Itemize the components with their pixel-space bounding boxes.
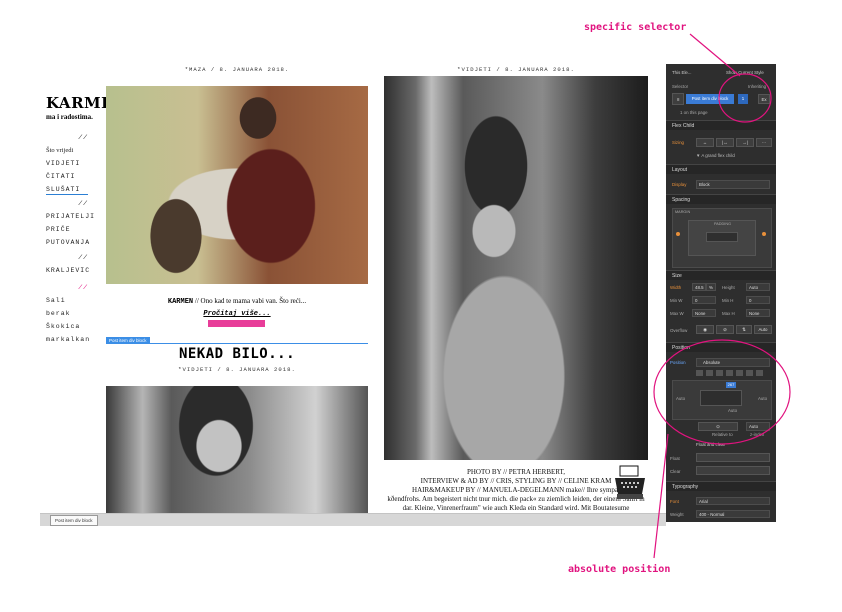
selector-highlight-circle	[718, 73, 772, 123]
annotation-overlay	[653, 33, 791, 559]
position-pointer-line	[653, 433, 669, 559]
position-highlight-circle	[653, 339, 791, 445]
selector-pointer-line	[689, 33, 741, 77]
